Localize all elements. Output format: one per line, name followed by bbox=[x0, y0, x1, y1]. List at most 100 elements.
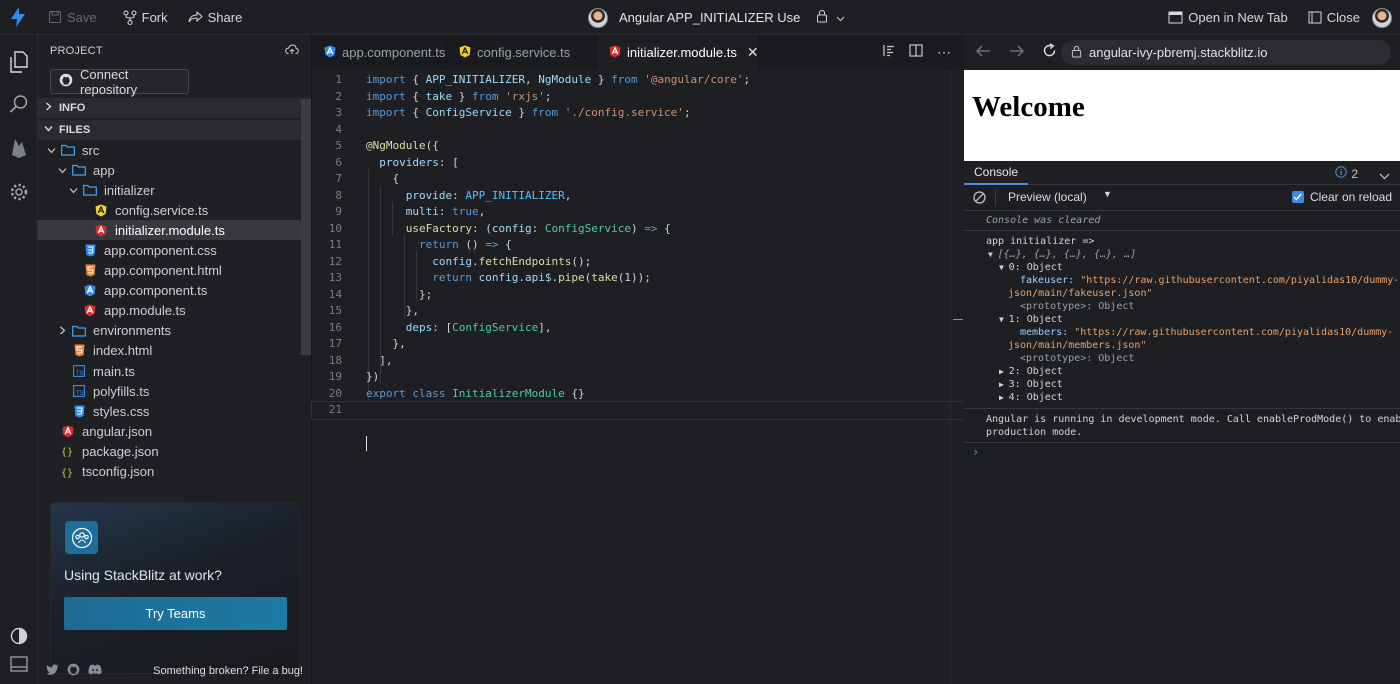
chevron-right-icon[interactable] bbox=[56, 326, 68, 335]
clear-console-icon[interactable] bbox=[973, 191, 986, 207]
code-line[interactable]: 6 providers: [ bbox=[312, 155, 965, 172]
code-line[interactable]: 9 multi: true, bbox=[312, 204, 965, 221]
twitter-icon[interactable] bbox=[46, 664, 59, 678]
code-area[interactable]: 1 import { APP_INITIALIZER, NgModule } fr… bbox=[311, 70, 966, 684]
file-angular-json[interactable]: angular.json bbox=[38, 421, 311, 441]
close-tab-icon[interactable]: ✕ bbox=[747, 44, 759, 61]
code-line[interactable]: 2 import { take } from 'rxjs'; bbox=[312, 89, 965, 106]
info-section-label: INFO bbox=[59, 102, 86, 114]
discord-icon[interactable] bbox=[88, 664, 102, 678]
github-footer-icon[interactable] bbox=[67, 663, 80, 679]
object-4-toggle[interactable]: ▶ 4: Object bbox=[999, 391, 1063, 404]
theme-toggle-icon[interactable] bbox=[0, 621, 38, 651]
object-0-toggle[interactable]: ▼ 0: Object bbox=[999, 261, 1063, 274]
code-line[interactable]: 21 bbox=[311, 401, 966, 420]
open-new-tab-button[interactable]: Open in New Tab bbox=[1160, 0, 1296, 35]
file-app-component-html[interactable]: app.component.html bbox=[38, 261, 311, 281]
code-line[interactable]: 3 import { ConfigService } from './config… bbox=[312, 105, 965, 122]
code-line[interactable]: 13 return config.api$.pipe(take(1)); bbox=[312, 270, 965, 287]
code-line[interactable]: 8 provide: APP_INITIALIZER, bbox=[312, 188, 965, 205]
project-title-group[interactable]: Angular APP_INITIALIZER Use bbox=[588, 0, 845, 35]
chevron-down-icon[interactable] bbox=[56, 166, 68, 175]
file-bug-link[interactable]: Something broken? File a bug! bbox=[153, 665, 303, 677]
clear-on-reload-toggle[interactable]: Clear on reload bbox=[1291, 190, 1392, 204]
format-icon[interactable] bbox=[883, 44, 895, 62]
share-button[interactable]: Share bbox=[180, 0, 251, 35]
split-editor-icon[interactable] bbox=[909, 43, 923, 62]
stackblitz-logo-icon[interactable] bbox=[0, 0, 35, 35]
try-teams-button[interactable]: Try Teams bbox=[64, 597, 287, 630]
connect-repository-button[interactable]: Connect repository bbox=[50, 67, 189, 97]
file-initializer-module-ts[interactable]: initializer.module.ts bbox=[38, 220, 311, 241]
code-line[interactable]: 16 deps: [ConfigService], bbox=[312, 320, 965, 337]
code-line[interactable]: 14 }; bbox=[312, 287, 965, 304]
info-section-toggle[interactable]: INFO bbox=[38, 98, 311, 118]
settings-gear-icon[interactable] bbox=[0, 177, 38, 207]
chevron-down-icon[interactable] bbox=[67, 186, 79, 195]
console-context-select[interactable]: Preview (local) bbox=[1008, 190, 1087, 204]
forward-arrow-icon[interactable] bbox=[1009, 44, 1024, 62]
file-tsconfig-json[interactable]: {} tsconfig.json bbox=[38, 462, 311, 482]
code-line[interactable]: 12 config.fetchEndpoints(); bbox=[312, 254, 965, 271]
folder-app[interactable]: app bbox=[38, 160, 311, 180]
code-line[interactable]: 5 @NgModule({ bbox=[312, 138, 965, 155]
file-app-component-css[interactable]: app.component.css bbox=[38, 240, 311, 260]
file-styles-css[interactable]: styles.css bbox=[38, 401, 311, 421]
cloud-upload-icon[interactable] bbox=[285, 44, 299, 58]
code-line[interactable]: 7 { bbox=[312, 171, 965, 188]
chevron-down-icon[interactable] bbox=[836, 10, 845, 25]
file-index-html[interactable]: index.html bbox=[38, 341, 311, 361]
file-app-module-ts[interactable]: app.module.ts bbox=[38, 301, 311, 321]
object-0-prototype[interactable]: <prototype>: Object bbox=[1020, 300, 1134, 313]
code-line[interactable]: 11 return () => { bbox=[312, 237, 965, 254]
user-avatar[interactable] bbox=[1372, 7, 1392, 28]
object-1-toggle[interactable]: ▼ 1: Object bbox=[999, 313, 1063, 326]
code-line[interactable]: 18 ], bbox=[312, 353, 965, 370]
files-section-toggle[interactable]: FILES bbox=[38, 120, 311, 140]
save-button[interactable]: Save bbox=[40, 0, 105, 35]
back-arrow-icon[interactable] bbox=[976, 44, 991, 62]
svg-text:TS: TS bbox=[76, 391, 84, 397]
refresh-icon[interactable] bbox=[1042, 42, 1057, 63]
issues-badge[interactable]: 2 bbox=[1335, 166, 1358, 181]
firebase-icon[interactable] bbox=[0, 133, 38, 163]
object-1-prototype[interactable]: <prototype>: Object bbox=[1020, 352, 1134, 365]
folder-environments[interactable]: environments bbox=[38, 321, 311, 341]
file-app-component-ts[interactable]: app.component.ts bbox=[38, 281, 311, 301]
preview-url-bar[interactable]: angular-ivy-pbremj.stackblitz.io bbox=[1061, 40, 1391, 65]
file-package-json[interactable]: {} package.json bbox=[38, 441, 311, 461]
code-line[interactable]: 1 import { APP_INITIALIZER, NgModule } fr… bbox=[312, 72, 965, 89]
array-summary-toggle[interactable]: ▼ [{…}, {…}, {…}, {…}, …] bbox=[988, 248, 1136, 261]
console-tab[interactable]: Console bbox=[964, 161, 1029, 185]
context-dropdown-arrow-icon[interactable]: ▼ bbox=[1103, 189, 1112, 199]
code-line[interactable]: 10 useFactory: (config: ConfigService) =… bbox=[312, 221, 965, 238]
sidebar-scrollbar[interactable] bbox=[301, 99, 311, 355]
console-collapse-chevron-icon[interactable] bbox=[1379, 167, 1390, 185]
code-line[interactable]: 20 export class InitializerModule {} bbox=[312, 386, 965, 403]
code-line[interactable]: 19}) bbox=[312, 369, 965, 386]
editor-tab-app-component-ts[interactable]: app.component.ts bbox=[312, 35, 447, 70]
search-icon[interactable] bbox=[0, 89, 38, 119]
layout-panel-icon[interactable] bbox=[0, 649, 38, 679]
fork-button[interactable]: Fork bbox=[115, 0, 176, 35]
code-line[interactable]: 4 bbox=[312, 122, 965, 139]
folder-initializer[interactable]: initializer bbox=[38, 180, 311, 200]
folder-src[interactable]: src bbox=[38, 140, 311, 160]
chevron-down-icon[interactable] bbox=[45, 146, 57, 155]
console-prompt-chevron-icon[interactable]: › bbox=[972, 446, 979, 459]
editor-tab-config-service-ts[interactable]: config.service.ts bbox=[447, 35, 597, 70]
editor-tab-initializer-module-ts[interactable]: initializer.module.ts ✕ bbox=[597, 35, 759, 70]
code-line[interactable]: 15 }, bbox=[312, 303, 965, 320]
more-options-icon[interactable]: ⋯ bbox=[937, 44, 952, 61]
object-2-toggle[interactable]: ▶ 2: Object bbox=[999, 365, 1063, 378]
code-line[interactable]: 17 }, bbox=[312, 336, 965, 353]
preview-page: Welcome bbox=[964, 70, 1400, 161]
object-3-toggle[interactable]: ▶ 3: Object bbox=[999, 378, 1063, 391]
checkbox-checked-icon[interactable] bbox=[1291, 191, 1304, 203]
file-polyfills-ts[interactable]: TS polyfills.ts bbox=[38, 381, 311, 401]
close-button[interactable]: Close bbox=[1300, 0, 1368, 35]
files-icon[interactable] bbox=[0, 47, 38, 77]
file-config-service-ts[interactable]: config.service.ts bbox=[38, 200, 311, 220]
file-main-ts[interactable]: TS main.ts bbox=[38, 361, 311, 381]
overview-ruler[interactable] bbox=[950, 70, 964, 684]
